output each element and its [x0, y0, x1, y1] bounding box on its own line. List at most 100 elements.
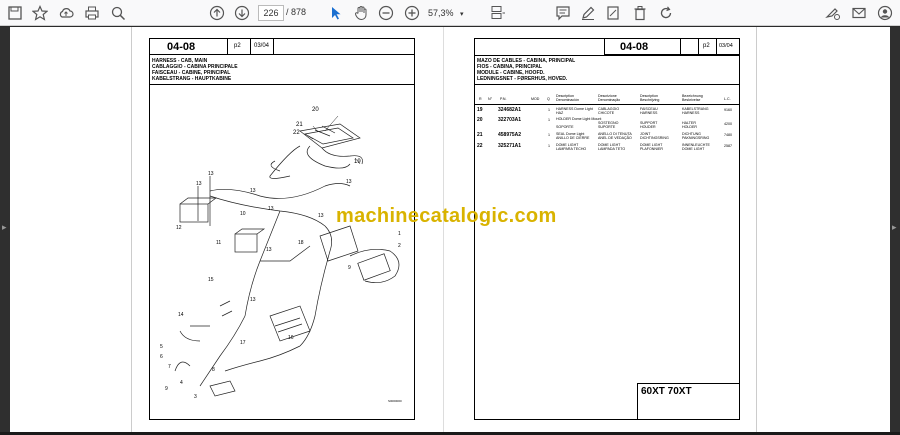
row-desc1b: SOPORTE — [556, 125, 574, 129]
page-layout-icon[interactable] — [484, 4, 510, 22]
callout-13d: 13 — [268, 206, 274, 212]
callout-16: 16 — [288, 335, 294, 341]
right-title-3: LEDNINGSNET - FØRERHUS, HOVED. — [477, 76, 568, 82]
col-header-pn: P.N. — [500, 97, 507, 101]
callout-14: 14 — [178, 312, 184, 318]
pen-icon[interactable] — [579, 4, 597, 22]
bookmark-star-icon[interactable] — [31, 4, 49, 22]
row-desc4b: HOLDER — [682, 125, 697, 129]
print-icon[interactable] — [83, 4, 101, 22]
col-header-r: R — [479, 97, 482, 101]
row-ref: 19 — [477, 107, 483, 113]
callout-13c: 13 — [250, 188, 256, 194]
callout-2: 2 — [398, 243, 401, 249]
row-desc1b: LAMPARA TECHO — [556, 147, 587, 151]
right-section-number: 04-08 — [620, 41, 649, 53]
rotate-icon[interactable] — [657, 4, 675, 22]
cloud-upload-icon[interactable] — [57, 4, 75, 22]
row-ref: 22 — [477, 143, 483, 149]
row-pn: 324682A1 — [498, 107, 522, 113]
chevron-down-icon: ▾ — [460, 11, 464, 18]
row-desc1: HOLDER Dome Light Mount — [556, 117, 602, 121]
row-desc2b: LAMPADA TETO — [598, 147, 626, 151]
row-desc4b: DOME LIGHT — [682, 147, 705, 151]
row-desc3b: HARNESS — [640, 111, 658, 115]
row-desc3b: PLAFONNIER — [640, 147, 663, 151]
left-title-3: KABELSTRANG - HAUPTKABINE — [152, 76, 232, 82]
row-pn: 322703A1 — [498, 117, 522, 123]
callout-3: 3 — [194, 394, 197, 400]
comment-icon[interactable] — [554, 4, 572, 22]
sign-icon[interactable] — [824, 4, 842, 22]
zoom-in-icon[interactable] — [403, 4, 421, 22]
row-desc3b: HOUDER — [640, 125, 656, 129]
callout-13b: 13 — [318, 213, 324, 219]
page-number-input[interactable]: 226 — [258, 5, 284, 21]
page-divider — [443, 27, 444, 432]
row-lc: 9160 — [724, 108, 732, 112]
row-ref: 21 — [477, 132, 483, 138]
col-header-lc: L.C. — [724, 97, 731, 101]
viewer-margin-right — [757, 27, 890, 432]
row-lc: 2587 — [724, 144, 732, 148]
trash-icon[interactable] — [631, 4, 649, 22]
callout-18: 18 — [298, 240, 304, 246]
row-desc4b: PAKNINGSRING — [682, 136, 710, 140]
row-desc2b: ANEL DE VEDAÇÃO — [598, 136, 632, 140]
zoom-select[interactable]: 57,3% ▾ — [428, 5, 474, 21]
left-section-number: 04-08 — [167, 41, 196, 53]
row-qty: 1 — [548, 144, 550, 148]
viewer-toolbar: 226 / 878 57,3% ▾ — [0, 0, 900, 26]
model-label: 60XT 70XT — [641, 386, 692, 397]
page-up-icon[interactable] — [208, 4, 226, 22]
row-qty: 1 — [548, 108, 550, 112]
col-header-desc2: Descrizione Denominação — [598, 94, 621, 102]
callout-13e: 13 — [208, 171, 214, 177]
row-pn: 458975A2 — [498, 132, 522, 138]
zoom-out-icon[interactable] — [377, 4, 395, 22]
prev-page-arrow-icon[interactable]: ▸ — [2, 222, 7, 233]
callout-5: 5 — [160, 344, 163, 350]
account-icon[interactable] — [876, 4, 894, 22]
figure-ref: S0000000 — [388, 399, 402, 403]
left-page-no: 03/04 — [254, 43, 270, 49]
row-ref: 20 — [477, 117, 483, 123]
mail-icon[interactable] — [850, 4, 868, 22]
callout-10: 10 — [240, 211, 246, 217]
col-header-desc1: Description Denominación — [556, 94, 579, 102]
callout-13a: 13 — [346, 179, 352, 185]
page-total: / 878 — [286, 7, 307, 17]
callout-17: 17 — [240, 340, 246, 346]
next-page-arrow-icon[interactable]: ▸ — [892, 222, 897, 233]
row-desc1b: HAZ — [556, 111, 564, 115]
row-qty: 1 — [548, 118, 550, 122]
row-pn: 325271A1 — [498, 143, 522, 149]
viewer-margin-left — [10, 27, 131, 432]
callout-6: 6 — [160, 354, 163, 360]
row-lc: 4200 — [724, 122, 732, 126]
row-desc3b: DICHTINGSRING — [640, 136, 669, 140]
callout-11: 11 — [216, 240, 222, 246]
col-header-desc4: Bezeichnung Beskrivelse — [682, 94, 703, 102]
col-header-mod: MOD — [531, 97, 540, 101]
hand-icon[interactable] — [352, 4, 370, 22]
row-desc4b: HARNESS — [682, 111, 700, 115]
callout-22: 22 — [293, 130, 300, 136]
right-page-no: 03/04 — [719, 43, 733, 49]
callout-12: 12 — [176, 225, 182, 231]
right-page-ref: p2 — [703, 43, 710, 49]
callout-8: 8 — [212, 367, 215, 373]
save-icon[interactable] — [6, 4, 24, 22]
zoom-search-icon[interactable] — [109, 4, 127, 22]
row-lc: 7480 — [724, 133, 732, 137]
callout-7: 7 — [168, 364, 171, 370]
watermark: machinecatalogic.com — [336, 205, 557, 227]
page-down-icon[interactable] — [233, 4, 251, 22]
callout-19: 19 — [354, 159, 361, 165]
left-page-ref: p2 — [234, 43, 241, 49]
callout-21: 21 — [296, 122, 303, 128]
highlight-icon[interactable] — [604, 4, 622, 22]
row-qty: 1 — [548, 133, 550, 137]
select-arrow-icon[interactable] — [327, 4, 345, 22]
col-header-n: N° — [488, 97, 493, 101]
